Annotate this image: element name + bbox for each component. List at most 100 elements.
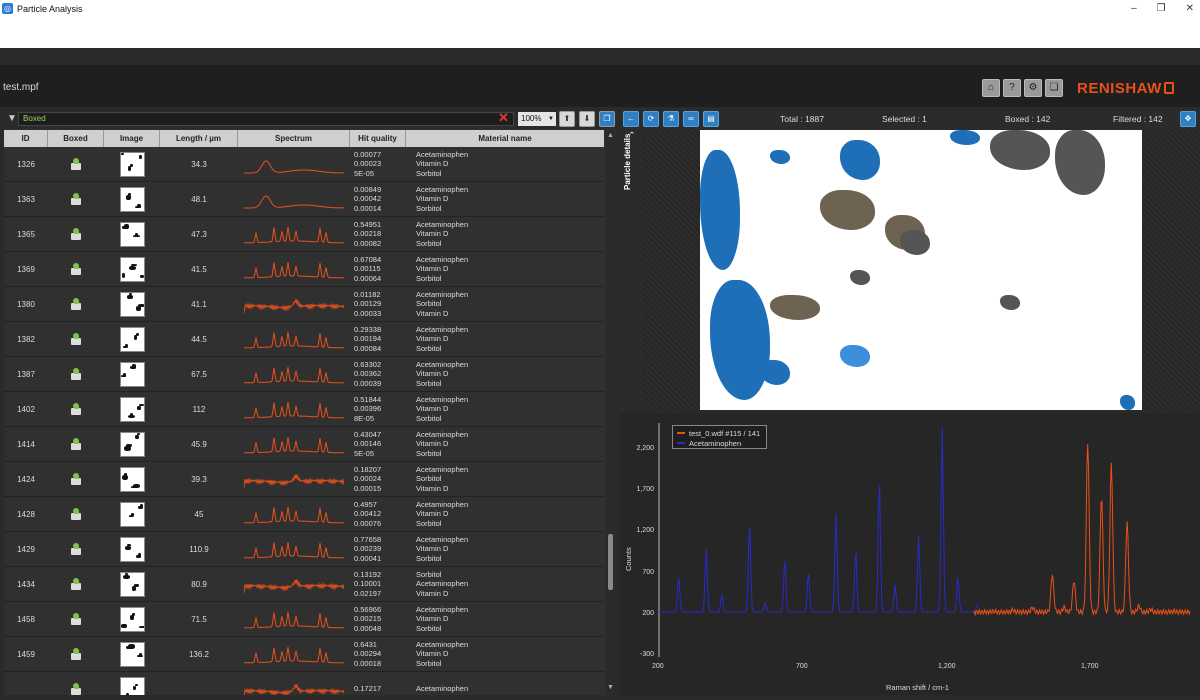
particle-thumbnail[interactable] bbox=[119, 571, 145, 597]
particle-details-tab[interactable]: › Particle details bbox=[620, 130, 642, 410]
cell-image[interactable] bbox=[104, 252, 160, 286]
boxed-icon[interactable] bbox=[70, 648, 82, 660]
filter-icon[interactable]: ▼ bbox=[7, 113, 17, 124]
cell-image[interactable] bbox=[104, 532, 160, 566]
boxed-icon[interactable] bbox=[70, 158, 82, 170]
boxed-icon[interactable] bbox=[70, 438, 82, 450]
boxed-icon[interactable] bbox=[70, 193, 82, 205]
link-icon[interactable]: ∞ bbox=[683, 111, 699, 127]
cell-image[interactable] bbox=[104, 427, 160, 461]
table-row[interactable]: 1402 112 0.51844 0.00396 8E-05 Acetaminophen V… bbox=[4, 392, 604, 427]
table-row[interactable]: 1326 34.3 0.00077 0.00023 5E-05 Acetaminophen… bbox=[4, 147, 604, 182]
cell-boxed[interactable] bbox=[48, 602, 104, 636]
particle-thumbnail[interactable] bbox=[119, 291, 145, 317]
table-row[interactable]: 1380 41.1 0.01182 0.00129 0.00033 Acetaminoph… bbox=[4, 287, 604, 322]
refresh-icon[interactable]: ⟳ bbox=[643, 111, 659, 127]
boxed-icon[interactable] bbox=[70, 228, 82, 240]
flask-icon[interactable]: ⚗ bbox=[663, 111, 679, 127]
copy-icon[interactable]: ❐ bbox=[599, 111, 615, 127]
particle-thumbnail[interactable] bbox=[119, 186, 145, 212]
particle-thumbnail[interactable] bbox=[119, 221, 145, 247]
cell-image[interactable] bbox=[104, 287, 160, 321]
cell-image[interactable] bbox=[104, 672, 160, 695]
cell-boxed[interactable] bbox=[48, 252, 104, 286]
scrollbar-thumb[interactable] bbox=[608, 534, 613, 590]
cell-image[interactable] bbox=[104, 392, 160, 426]
cell-image[interactable] bbox=[104, 147, 160, 181]
cell-boxed[interactable] bbox=[48, 182, 104, 216]
particle-thumbnail[interactable] bbox=[119, 501, 145, 527]
particle-thumbnail[interactable] bbox=[119, 396, 145, 422]
col-length[interactable]: Length / µm bbox=[160, 130, 238, 147]
cell-image[interactable] bbox=[104, 637, 160, 671]
cell-boxed[interactable] bbox=[48, 462, 104, 496]
cell-boxed[interactable] bbox=[48, 532, 104, 566]
particle-thumbnail[interactable] bbox=[119, 431, 145, 457]
cell-boxed[interactable] bbox=[48, 497, 104, 531]
box-add-icon[interactable]: ⬆ bbox=[559, 111, 575, 127]
table-row[interactable]: 1434 80.9 0.13192 0.10001 0.02197 Sorbitol Ace… bbox=[4, 567, 604, 602]
help-icon[interactable]: ? bbox=[1003, 79, 1021, 97]
boxed-icon[interactable] bbox=[70, 368, 82, 380]
cell-boxed[interactable] bbox=[48, 392, 104, 426]
particle-map-image[interactable] bbox=[700, 130, 1142, 410]
cell-boxed[interactable] bbox=[48, 567, 104, 601]
fit-view-icon[interactable]: ✥ bbox=[1180, 111, 1196, 127]
boxed-icon[interactable] bbox=[70, 333, 82, 345]
cell-image[interactable] bbox=[104, 357, 160, 391]
cell-image[interactable] bbox=[104, 182, 160, 216]
table-row[interactable]: 1414 45.9 0.43047 0.00146 5E-05 Acetaminophen… bbox=[4, 427, 604, 462]
clear-filter-icon[interactable]: ✕ bbox=[498, 110, 509, 126]
filter-input[interactable]: Boxed bbox=[18, 112, 514, 126]
table-row[interactable]: 1369 41.5 0.67084 0.00115 0.00064 Acetaminoph… bbox=[4, 252, 604, 287]
boxed-icon[interactable] bbox=[70, 473, 82, 485]
cell-boxed[interactable] bbox=[48, 672, 104, 695]
boxed-icon[interactable] bbox=[70, 508, 82, 520]
particle-thumbnail[interactable] bbox=[119, 606, 145, 632]
particle-thumbnail[interactable] bbox=[119, 256, 145, 282]
cell-image[interactable] bbox=[104, 462, 160, 496]
table-row[interactable]: 1363 48.1 0.00849 0.00042 0.00014 Acetaminoph… bbox=[4, 182, 604, 217]
table-row[interactable]: 1428 45 0.4957 0.00412 0.00076 Acetaminophen V… bbox=[4, 497, 604, 532]
document-icon[interactable]: ▤ bbox=[703, 111, 719, 127]
table-row[interactable]: 1387 67.5 0.63302 0.00362 0.00039 Acetaminoph… bbox=[4, 357, 604, 392]
boxed-icon[interactable] bbox=[70, 578, 82, 590]
cell-image[interactable] bbox=[104, 322, 160, 356]
cell-boxed[interactable] bbox=[48, 357, 104, 391]
col-id[interactable]: ID bbox=[4, 130, 48, 147]
particle-thumbnail[interactable] bbox=[119, 466, 145, 492]
cell-image[interactable] bbox=[104, 497, 160, 531]
table-row[interactable]: 1429 110.9 0.77658 0.00239 0.00041 Acetaminop… bbox=[4, 532, 604, 567]
cell-boxed[interactable] bbox=[48, 427, 104, 461]
spectrum-chart[interactable] bbox=[620, 413, 1200, 695]
cell-boxed[interactable] bbox=[48, 637, 104, 671]
cell-boxed[interactable] bbox=[48, 287, 104, 321]
close-button[interactable]: ✕ bbox=[1186, 0, 1194, 17]
back-icon[interactable]: ← bbox=[623, 111, 639, 127]
particle-thumbnail[interactable] bbox=[119, 361, 145, 387]
col-hit-quality[interactable]: Hit quality bbox=[350, 130, 406, 147]
table-scrollbar[interactable]: ▲ ▼ bbox=[605, 130, 616, 695]
gear-icon[interactable]: ⚙ bbox=[1024, 79, 1042, 97]
cell-image[interactable] bbox=[104, 602, 160, 636]
particle-thumbnail[interactable] bbox=[119, 151, 145, 177]
particle-thumbnail[interactable] bbox=[119, 536, 145, 562]
table-row[interactable]: 1459 136.2 0.6431 0.00294 0.00018 Acetaminoph… bbox=[4, 637, 604, 672]
boxed-icon[interactable] bbox=[70, 263, 82, 275]
boxed-icon[interactable] bbox=[70, 543, 82, 555]
col-material-name[interactable]: Material name bbox=[406, 130, 604, 147]
cell-boxed[interactable] bbox=[48, 217, 104, 251]
col-boxed[interactable]: Boxed bbox=[48, 130, 104, 147]
boxed-icon[interactable] bbox=[70, 613, 82, 625]
cell-boxed[interactable] bbox=[48, 147, 104, 181]
particle-thumbnail[interactable] bbox=[119, 641, 145, 667]
boxed-icon[interactable] bbox=[70, 683, 82, 695]
table-row[interactable]: 1458 71.5 0.56966 0.00215 0.00048 Acetaminoph… bbox=[4, 602, 604, 637]
table-row[interactable]: 1382 44.5 0.29338 0.00194 0.00084 Acetaminoph… bbox=[4, 322, 604, 357]
boxed-icon[interactable] bbox=[70, 298, 82, 310]
box-remove-icon[interactable]: ⬇ bbox=[579, 111, 595, 127]
table-row[interactable]: 0.17217 Acetaminophen bbox=[4, 672, 604, 695]
particle-thumbnail[interactable] bbox=[119, 326, 145, 352]
boxed-icon[interactable] bbox=[70, 403, 82, 415]
cell-image[interactable] bbox=[104, 217, 160, 251]
